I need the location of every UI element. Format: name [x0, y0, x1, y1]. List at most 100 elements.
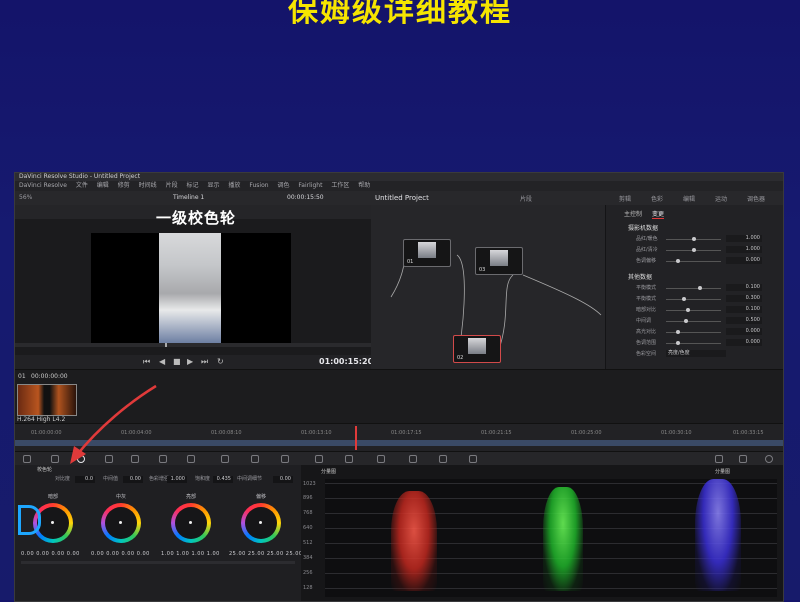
menu-item[interactable]: Fairlight: [298, 182, 322, 189]
insp-row[interactable]: 中间调 0.500: [636, 317, 776, 326]
insp-row[interactable]: 品红/暖色 1.000: [636, 235, 776, 244]
insp-knob[interactable]: [676, 341, 680, 345]
insp-row[interactable]: 高光对比 0.000: [636, 328, 776, 337]
insp-slider[interactable]: [666, 332, 721, 333]
menu-item[interactable]: 帮助: [358, 182, 370, 189]
wheel-sliders[interactable]: [21, 561, 295, 564]
node-editor[interactable]: 01 03 02: [371, 205, 605, 369]
tool-icon[interactable]: [221, 455, 229, 463]
insp-row[interactable]: 色调偏移 0.000: [636, 257, 776, 266]
wheel-value[interactable]: 25.00: [267, 551, 284, 557]
toolbar-right-item[interactable]: 色彩: [651, 194, 663, 203]
param-value[interactable]: 1.000: [167, 476, 187, 483]
toolbar-right-item[interactable]: 调色器: [747, 194, 765, 203]
wheel-center-dot[interactable]: [259, 521, 262, 524]
tool-icon[interactable]: [315, 455, 323, 463]
wheel-value[interactable]: 25.00: [229, 551, 246, 557]
insp-knob[interactable]: [698, 286, 702, 290]
insp-knob[interactable]: [676, 330, 680, 334]
insp-slider[interactable]: [666, 299, 721, 300]
menu-item[interactable]: 显示: [207, 182, 219, 189]
menu-item[interactable]: 片段: [166, 182, 178, 189]
wheel-value[interactable]: 0.00: [91, 551, 104, 557]
wheel-center-dot[interactable]: [51, 521, 54, 524]
scope-toggle-icon[interactable]: [715, 455, 723, 463]
insp-row[interactable]: 平衡模式 0.100: [636, 284, 776, 293]
insp-value[interactable]: 0.000: [726, 339, 762, 346]
scrubber-head[interactable]: [165, 343, 167, 347]
inspector-tab[interactable]: 主控制: [624, 209, 642, 218]
tool-icon[interactable]: [377, 455, 385, 463]
wheel-value[interactable]: 0.00: [36, 551, 49, 557]
node-selected[interactable]: 02: [453, 335, 501, 363]
menu-item[interactable]: 标记: [187, 182, 199, 189]
stop-icon[interactable]: ■: [173, 357, 181, 366]
toolbar-right-item[interactable]: 编辑: [683, 194, 695, 203]
menu-item[interactable]: 修剪: [118, 182, 130, 189]
tool-icon[interactable]: [23, 455, 31, 463]
menu-item[interactable]: 工作区: [331, 182, 349, 189]
insp-row[interactable]: 色彩空间 亮度/色度: [636, 350, 776, 359]
tool-icon[interactable]: [51, 455, 59, 463]
insp-row[interactable]: 平衡模式 0.300: [636, 295, 776, 304]
wheel-value[interactable]: 0.00: [106, 551, 119, 557]
insp-slider[interactable]: [666, 288, 721, 289]
toolbar-right-item[interactable]: 运动: [715, 194, 727, 203]
wheel-value[interactable]: 0.00: [121, 551, 134, 557]
tool-icon[interactable]: [409, 455, 417, 463]
tool-icon[interactable]: [439, 455, 447, 463]
insp-knob[interactable]: [686, 308, 690, 312]
insp-value[interactable]: 0.000: [726, 328, 762, 335]
insp-slider[interactable]: [666, 321, 721, 322]
menu-item[interactable]: 文件: [76, 182, 88, 189]
scope-mode-select[interactable]: 分量图: [715, 468, 730, 475]
menu-item[interactable]: 编辑: [97, 182, 109, 189]
insp-slider[interactable]: [666, 343, 721, 344]
insp-row[interactable]: 品红/清冷 1.000: [636, 246, 776, 255]
viewer[interactable]: [15, 219, 371, 369]
insp-knob[interactable]: [692, 248, 696, 252]
menu-item[interactable]: DaVinci Resolve: [19, 182, 67, 189]
timeline-name[interactable]: Timeline 1: [173, 194, 204, 201]
insp-row[interactable]: 暗部对比 0.100: [636, 306, 776, 315]
insp-value[interactable]: 0.500: [726, 317, 762, 324]
wheel-center-dot[interactable]: [189, 521, 192, 524]
wheel-value[interactable]: 0.00: [137, 551, 150, 557]
step-back-icon[interactable]: ◀: [159, 357, 165, 366]
clip-label[interactable]: 片段: [520, 194, 532, 203]
param-value[interactable]: 0.00: [123, 476, 143, 483]
wheel-value[interactable]: 0.00: [51, 551, 64, 557]
gamma-wheel[interactable]: [101, 503, 141, 543]
insp-knob[interactable]: [676, 259, 680, 263]
help-icon[interactable]: [765, 455, 773, 463]
tool-icon[interactable]: [187, 455, 195, 463]
loop-icon[interactable]: ↻: [217, 357, 224, 366]
insp-slider[interactable]: [666, 261, 721, 262]
menu-item[interactable]: 时间线: [139, 182, 157, 189]
insp-value[interactable]: 1.000: [726, 235, 762, 242]
insp-value[interactable]: 0.000: [726, 257, 762, 264]
skip-back-icon[interactable]: ⏮: [143, 357, 150, 367]
insp-value[interactable]: 0.300: [726, 295, 762, 302]
toolbar-right-item[interactable]: 剪辑: [619, 194, 631, 203]
viewer-scrubber[interactable]: [15, 343, 371, 347]
insp-value[interactable]: 0.100: [726, 306, 762, 313]
zoom-level[interactable]: 56%: [19, 194, 32, 201]
playhead[interactable]: [355, 426, 357, 450]
wheel-center-dot[interactable]: [119, 521, 122, 524]
tool-icon[interactable]: [469, 455, 477, 463]
menu-item[interactable]: 播放: [228, 182, 240, 189]
scope-icon[interactable]: [739, 455, 747, 463]
wheel-value[interactable]: 1.00: [161, 551, 174, 557]
insp-knob[interactable]: [684, 319, 688, 323]
insp-value[interactable]: 1.000: [726, 246, 762, 253]
wheel-value[interactable]: 1.00: [207, 551, 220, 557]
eyedropper-icon[interactable]: [251, 455, 259, 463]
wheel-value[interactable]: 1.00: [191, 551, 204, 557]
insp-knob[interactable]: [692, 237, 696, 241]
offset-wheel[interactable]: [241, 503, 281, 543]
gain-wheel[interactable]: [171, 503, 211, 543]
play-icon[interactable]: ▶: [187, 357, 193, 366]
inspector-tab-active[interactable]: 变更: [652, 209, 665, 219]
wheel-value[interactable]: 1.00: [176, 551, 189, 557]
